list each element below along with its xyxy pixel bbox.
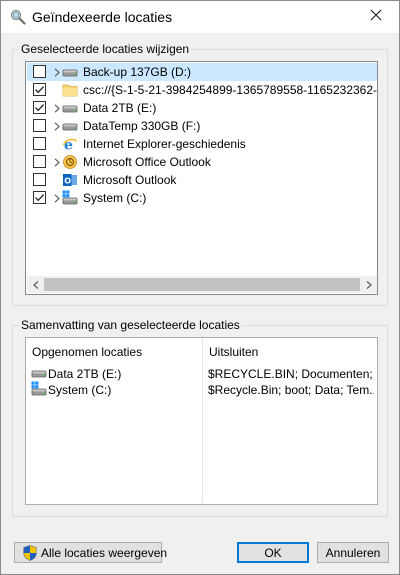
- cancel-button[interactable]: Annuleren: [317, 542, 389, 563]
- expand-chevron-icon[interactable]: [52, 118, 62, 134]
- show-all-locations-label: Alle locaties weergeven: [41, 546, 168, 560]
- scroll-right-icon[interactable]: [360, 276, 377, 293]
- internet-explorer-icon: e: [62, 136, 78, 154]
- column-divider: [202, 338, 203, 503]
- location-checkbox[interactable]: [33, 119, 46, 132]
- location-label: DataTemp 330GB (F:): [83, 119, 201, 133]
- summary-row-location: System (C:): [30, 381, 200, 399]
- location-item[interactable]: csc://{S-1-5-21-3984254899-1365789558-11…: [27, 81, 377, 99]
- ok-button[interactable]: OK: [237, 542, 309, 563]
- location-item[interactable]: Data 2TB (E:): [27, 99, 377, 117]
- location-label: Microsoft Outlook: [83, 173, 177, 187]
- summary-location-label: Data 2TB (E:): [48, 367, 122, 381]
- location-item[interactable]: System (C:): [27, 189, 377, 207]
- location-label: Microsoft Office Outlook: [83, 155, 211, 169]
- scroll-left-icon[interactable]: [27, 276, 44, 293]
- location-checkbox[interactable]: [33, 65, 46, 78]
- close-button[interactable]: [353, 1, 399, 32]
- windows-drive-icon: [31, 381, 47, 397]
- expand-chevron-icon[interactable]: [52, 64, 62, 80]
- windows-drive-icon: [62, 190, 78, 206]
- summary-row-exclude: $Recycle.Bin; boot; Data; Tem...: [208, 383, 374, 397]
- uac-shield-icon: [23, 545, 37, 561]
- location-checkbox[interactable]: [33, 155, 46, 168]
- drive-icon: [31, 365, 47, 381]
- office-outlook-icon: [62, 154, 78, 170]
- location-label: Data 2TB (E:): [83, 101, 157, 115]
- indexing-options-icon: [10, 9, 26, 25]
- horizontal-scrollbar[interactable]: [27, 276, 377, 293]
- scrollbar-thumb[interactable]: [44, 278, 360, 291]
- expand-chevron-icon[interactable]: [52, 190, 62, 206]
- location-label: Internet Explorer-geschiedenis: [83, 137, 246, 151]
- drive-icon: [62, 64, 78, 80]
- drive-icon: [62, 118, 78, 134]
- summary-list: Opgenomen locaties Uitsluiten Data 2TB (…: [25, 337, 378, 505]
- locations-group-label: Geselecteerde locaties wijzigen: [19, 42, 192, 56]
- expand-chevron-icon[interactable]: [52, 100, 62, 116]
- close-icon: [370, 9, 382, 24]
- location-label: System (C:): [83, 191, 147, 205]
- indexed-locations-dialog: Geïndexeerde locaties Geselecteerde loca…: [0, 0, 400, 575]
- summary-group-label: Samenvatting van geselecteerde locaties: [19, 318, 242, 332]
- location-checkbox[interactable]: [33, 191, 46, 204]
- drive-icon: [62, 100, 78, 116]
- location-checkbox[interactable]: [33, 83, 46, 96]
- location-checkbox[interactable]: [33, 101, 46, 114]
- location-item[interactable]: DataTemp 330GB (F:): [27, 117, 377, 135]
- folder-icon: [62, 82, 78, 98]
- location-item[interactable]: Microsoft Office Outlook: [27, 153, 377, 171]
- location-item[interactable]: Back-up 137GB (D:): [27, 63, 377, 81]
- location-item[interactable]: e Internet Explorer-geschiedenis: [27, 135, 377, 154]
- expand-chevron-icon[interactable]: [52, 154, 62, 170]
- location-label: csc://{S-1-5-21-3984254899-1365789558-11…: [83, 83, 378, 97]
- show-all-locations-button[interactable]: Alle locaties weergeven: [14, 542, 167, 563]
- title-bar: Geïndexeerde locaties: [1, 1, 399, 33]
- location-item[interactable]: O Microsoft Outlook: [27, 171, 377, 189]
- locations-tree[interactable]: System (C:) O Microsoft Outlook Microsoft O…: [25, 61, 378, 295]
- column-header-excluded[interactable]: Uitsluiten: [203, 338, 377, 362]
- svg-text:O: O: [64, 176, 71, 185]
- location-checkbox[interactable]: [33, 137, 46, 150]
- location-checkbox[interactable]: [33, 173, 46, 186]
- location-label: Back-up 137GB (D:): [83, 65, 192, 79]
- outlook-icon: O: [62, 172, 78, 188]
- window-title: Geïndexeerde locaties: [32, 9, 173, 25]
- column-header-included[interactable]: Opgenomen locaties: [26, 338, 202, 362]
- summary-location-label: System (C:): [48, 383, 112, 397]
